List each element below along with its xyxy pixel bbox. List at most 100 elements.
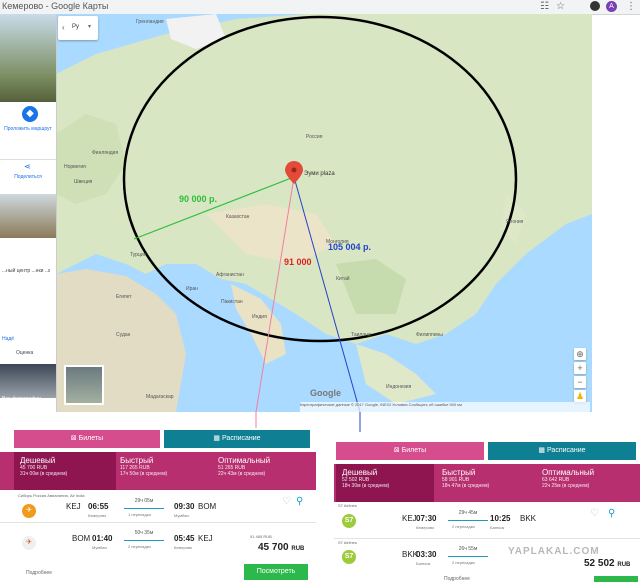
- divider: [0, 159, 56, 160]
- map-canvas: [56, 14, 592, 412]
- chevron-down-icon[interactable]: ▾: [88, 23, 91, 30]
- price-currency: RUB: [291, 546, 305, 552]
- compass-icon[interactable]: ⊕: [574, 348, 586, 360]
- sort-cheap[interactable]: Дешевый 45 700 RUB 31ч 00м (в среднем): [14, 452, 116, 490]
- route-bar: [124, 540, 164, 541]
- star-icon[interactable]: ☆: [556, 1, 565, 12]
- share-icon[interactable]: ⋖: [24, 162, 31, 171]
- sort-title: Оптимальный: [542, 468, 595, 477]
- price-red: 91 000: [284, 257, 312, 267]
- pegman-icon[interactable]: ♟: [574, 390, 586, 402]
- s7-logo-icon: S7: [342, 550, 356, 564]
- tab-tickets-left[interactable]: ⊠ Билеты: [14, 430, 160, 448]
- place-photo[interactable]: [0, 14, 56, 102]
- map-label-egypt: Египет: [116, 294, 132, 300]
- browser-title: Кемерово - Google Карты: [2, 1, 109, 11]
- arr-time: 09:30: [174, 502, 195, 511]
- dep-code: KEJ: [66, 502, 81, 511]
- arr-city: Бангкок: [490, 525, 505, 530]
- map-label-sweden: Швеция: [74, 179, 93, 185]
- sort-duration: 31ч 00м (в среднем): [20, 471, 68, 477]
- arr-time: 05:45: [174, 534, 195, 543]
- sort-cheap[interactable]: Дешевый 52 502 RUB 18ч 30м (в среднем): [336, 464, 434, 502]
- airline-name: Сибирь Россия Авиалиния, Air India: [18, 493, 85, 498]
- sort-duration: 18ч 47м (в среднем): [442, 483, 490, 489]
- map-label-sudan: Судан: [116, 332, 131, 338]
- dep-time: 03:30: [416, 550, 437, 559]
- arr-code: BKK: [520, 514, 537, 523]
- map-label-finland: Финляндия: [92, 150, 119, 156]
- menu-icon[interactable]: ⋮: [626, 1, 636, 12]
- sort-fast[interactable]: Быстрый 117 265 RUB 17ч 50м (в среднем): [116, 452, 212, 490]
- rating-link[interactable]: Надё: [2, 336, 14, 342]
- photos-label[interactable]: Все фотографии: [2, 396, 41, 402]
- sort-duration: 22ч 43м (в среднем): [218, 471, 266, 477]
- favorite-heart-icon[interactable]: ♡: [282, 496, 291, 507]
- tab-schedule-left[interactable]: ▦ Расписание: [164, 430, 310, 448]
- baggage-icon: ⚲: [608, 508, 616, 519]
- sort-title: Быстрый: [442, 468, 476, 477]
- flight-row[interactable]: S7 Airlines S7 KEJ 07:30 Кемерово 29ч 45…: [334, 502, 640, 539]
- place-thumbnail[interactable]: [0, 194, 56, 238]
- browser-toolbar: Кемерово - Google Карты ☷ ☆ A ⋮: [0, 0, 640, 15]
- arr-code: BOM: [198, 502, 217, 511]
- sort-fast[interactable]: Быстрый 58 901 RUB 18ч 47м (в среднем): [438, 464, 534, 502]
- map-label-kazakhstan: Казахстан: [226, 214, 250, 220]
- dep-time: 07:30: [416, 514, 437, 523]
- map-label-pakistan: Пакистан: [221, 299, 243, 305]
- zoom-out-button[interactable]: −: [574, 376, 586, 388]
- map-view[interactable]: Гренландия Финляндия Норвегия Швеция Рос…: [56, 14, 592, 412]
- details-link[interactable]: Подробнее: [26, 570, 52, 576]
- map-label-japan: Япония: [506, 219, 524, 225]
- rating-label[interactable]: Оценка: [16, 350, 33, 356]
- stops: 2 пересадки: [452, 560, 475, 565]
- search-box[interactable]: ‹ Ру ▾: [58, 16, 98, 40]
- route-bar: [448, 556, 488, 557]
- map-label-norway: Норвегия: [64, 164, 86, 170]
- details-link[interactable]: Подробнее: [444, 576, 470, 582]
- favorite-heart-icon[interactable]: ♡: [590, 508, 599, 519]
- dep-city: Бангкок: [416, 561, 431, 566]
- view-button[interactable]: [594, 576, 638, 582]
- map-label-indonesia: Индонезия: [386, 384, 412, 390]
- sort-optimal[interactable]: Оптимальный 51 265 RUB 22ч 43м (в средне…: [214, 452, 314, 490]
- google-logo: Google: [310, 388, 341, 398]
- sort-title: Дешевый: [342, 468, 378, 477]
- booking-panel-left: ⊠ Билеты ▦ Расписание Дешевый 45 700 RUB…: [0, 428, 316, 582]
- marker-dot: [291, 167, 297, 173]
- back-arrow-icon[interactable]: ‹: [62, 23, 65, 32]
- ticket-icon: ⊠: [393, 447, 402, 454]
- sort-title: Оптимальный: [218, 456, 271, 465]
- map-attribution: Картографические данные © 2017 Google, I…: [300, 402, 590, 412]
- marker-label[interactable]: Эуми plaza: [304, 171, 335, 177]
- price-currency: RUB: [617, 562, 631, 568]
- arr-code: KEJ: [198, 534, 213, 543]
- tab-label: Расписание: [221, 435, 261, 442]
- share-label[interactable]: Поделиться: [2, 174, 54, 180]
- tab-schedule-right[interactable]: ▦ Расписание: [488, 442, 636, 460]
- flight-row[interactable]: Сибирь Россия Авиалиния, Air India ✈ KEJ…: [0, 492, 316, 523]
- duration: 26ч 55м: [458, 546, 478, 552]
- dep-time: 01:40: [92, 534, 113, 543]
- sort-duration: 17ч 50м (в среднем): [120, 471, 168, 477]
- price: 45 700 RUB: [258, 542, 304, 553]
- flight-row[interactable]: ✈ BOM 01:40 Мумбаи 50ч 35м 2 пересадки 0…: [0, 526, 316, 560]
- avatar[interactable]: A: [606, 1, 617, 12]
- route-label[interactable]: Проложить маршрут: [2, 126, 54, 132]
- seasia-land: [356, 344, 436, 404]
- extension-icon[interactable]: [590, 1, 600, 11]
- zoom-in-button[interactable]: +: [574, 362, 586, 374]
- duration: 29ч 45м: [458, 510, 478, 516]
- directions-icon[interactable]: ◆: [22, 106, 38, 122]
- dep-code: BOM: [72, 534, 91, 543]
- baggage-icon: ⚲: [296, 496, 304, 507]
- sort-optimal[interactable]: Оптимальный 63 642 RUB 22ч 25м (в средне…: [538, 464, 638, 502]
- tab-tickets-right[interactable]: ⊠ Билеты: [336, 442, 484, 460]
- photos-thumbnail[interactable]: [0, 364, 56, 398]
- view-button[interactable]: Посмотреть: [244, 564, 308, 580]
- calendar-icon: ▦: [213, 435, 222, 442]
- apps-icon[interactable]: ☷: [540, 1, 549, 12]
- map-label-china: Китай: [336, 276, 350, 282]
- airline-logo-icon: ✈: [22, 536, 36, 550]
- satellite-toggle[interactable]: [64, 365, 104, 405]
